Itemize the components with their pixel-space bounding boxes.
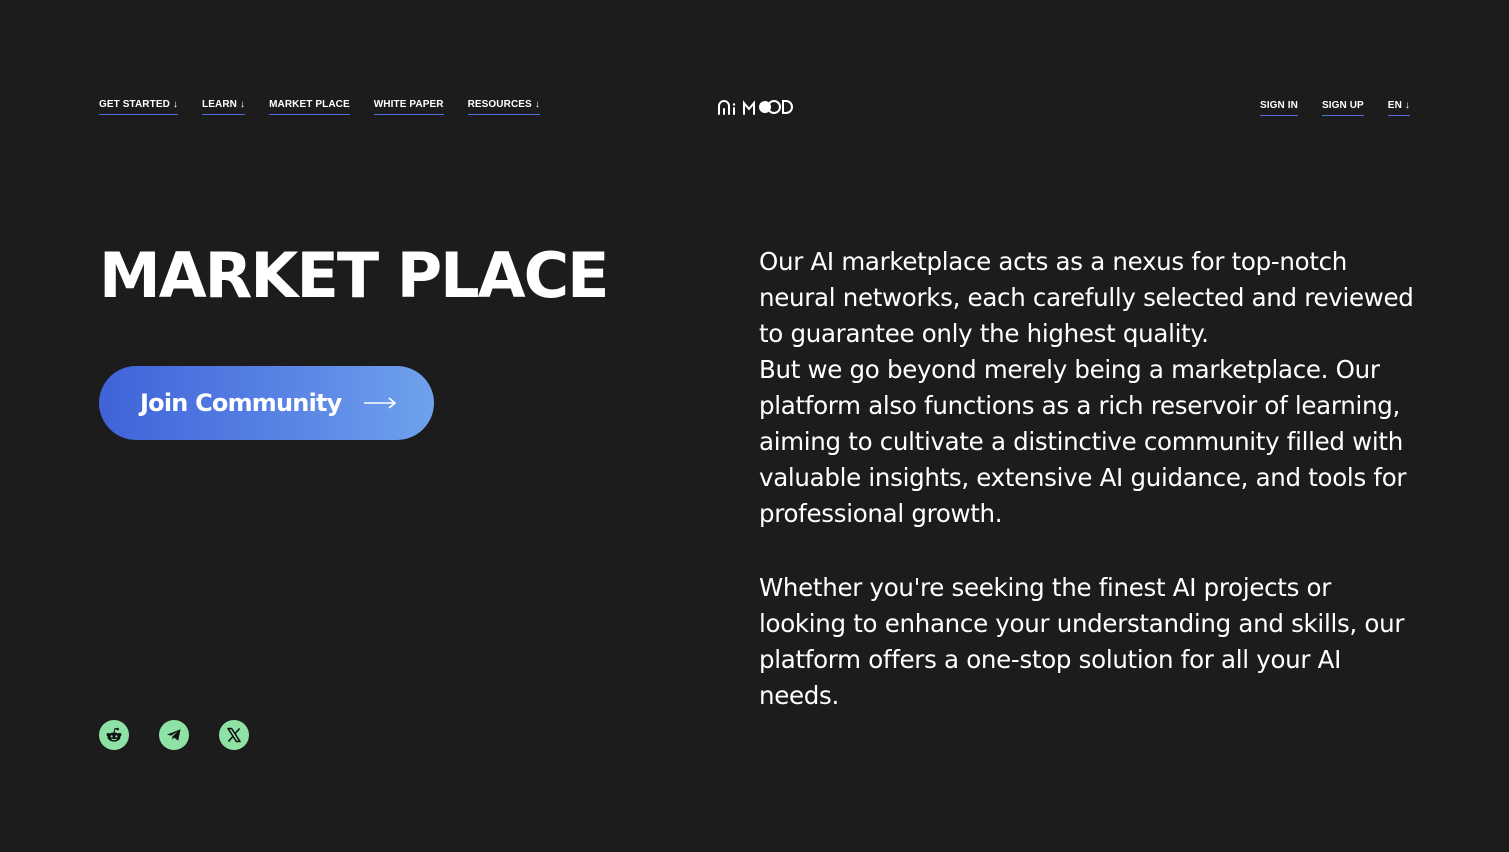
telegram-icon xyxy=(167,729,181,741)
nav-learn[interactable]: LEARN ↓ xyxy=(202,99,246,115)
x-link[interactable] xyxy=(219,720,249,750)
nav-white-paper-label: WHITE PAPER xyxy=(373,99,444,110)
nav-resources[interactable]: RESOURCES ↓ xyxy=(467,99,540,115)
nav-market-place[interactable]: MARKET PLACE xyxy=(269,99,350,115)
aimood-logo[interactable] xyxy=(717,96,793,118)
nav-learn-label: LEARN xyxy=(202,99,237,110)
x-icon xyxy=(227,727,241,743)
language-label: EN xyxy=(1387,100,1402,111)
description-paragraph: But we go beyond merely being a marketpl… xyxy=(759,355,1407,528)
account-nav: SIGN IN SIGN UP EN ↓ xyxy=(1260,100,1410,116)
social-links xyxy=(99,720,249,750)
nav-get-started-label: GET STARTED xyxy=(99,99,170,110)
description-paragraph: Our AI marketplace acts as a nexus for t… xyxy=(759,247,1414,348)
arrow-right-icon xyxy=(364,397,397,409)
main-nav: GET STARTED ↓ LEARN ↓ MARKET PLACE WHITE… xyxy=(99,99,540,115)
description-paragraph: Whether you're seeking the finest AI pro… xyxy=(759,573,1405,710)
join-community-label: Join Community xyxy=(140,389,342,417)
page: GET STARTED ↓ LEARN ↓ MARKET PLACE WHITE… xyxy=(0,0,1509,852)
telegram-link[interactable] xyxy=(159,720,189,750)
arrow-down-icon: ↓ xyxy=(172,99,179,110)
language-selector[interactable]: EN ↓ xyxy=(1387,100,1410,116)
reddit-link[interactable] xyxy=(99,720,129,750)
nav-white-paper[interactable]: WHITE PAPER xyxy=(373,99,444,115)
nav-resources-label: RESOURCES xyxy=(467,99,532,110)
sign-in-link[interactable]: SIGN IN xyxy=(1260,100,1298,116)
description: Our AI marketplace acts as a nexus for t… xyxy=(759,244,1419,714)
arrow-down-icon: ↓ xyxy=(239,99,246,110)
arrow-down-icon: ↓ xyxy=(1404,100,1410,111)
nav-get-started[interactable]: GET STARTED ↓ xyxy=(99,99,179,115)
nav-market-place-label: MARKET PLACE xyxy=(269,99,350,110)
reddit-icon xyxy=(106,727,122,742)
join-community-button[interactable]: Join Community xyxy=(99,366,434,440)
aimood-logo-icon xyxy=(718,100,793,115)
page-title: MARKET PLACE xyxy=(99,239,609,312)
arrow-down-icon: ↓ xyxy=(534,99,540,110)
sign-up-link[interactable]: SIGN UP xyxy=(1321,100,1364,116)
